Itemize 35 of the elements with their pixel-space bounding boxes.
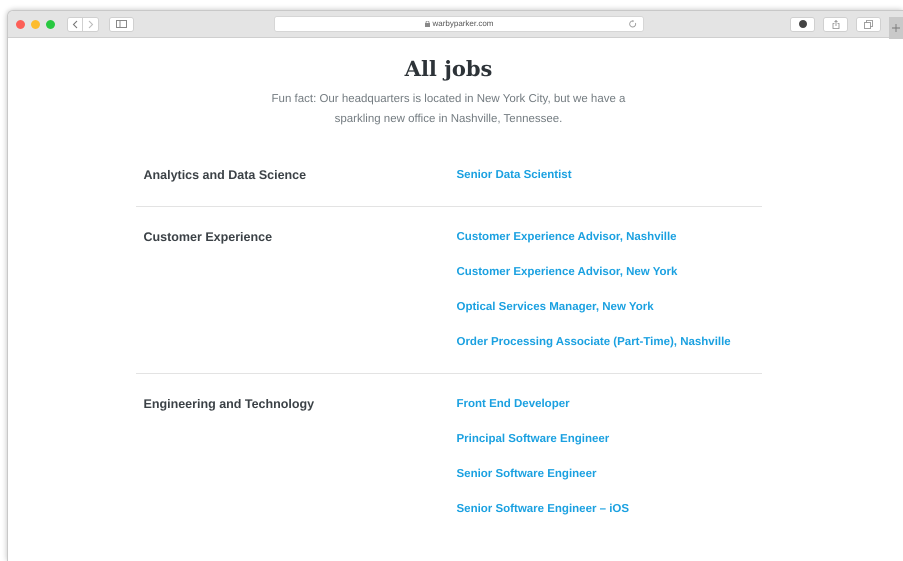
address-field[interactable]: warbyparker.com xyxy=(274,16,644,32)
job-link[interactable]: Principal Software Engineer xyxy=(456,422,630,457)
back-icon xyxy=(72,20,78,28)
job-link[interactable]: Senior Software Engineer – iOS xyxy=(456,492,630,527)
share-button[interactable] xyxy=(823,16,848,32)
job-link[interactable]: Customer Experience Advisor, New York xyxy=(456,255,731,290)
job-link[interactable]: Customer Experience Advisor, Nashville xyxy=(456,220,731,255)
zoom-icon[interactable] xyxy=(46,20,55,28)
tabs-icon xyxy=(864,20,873,28)
new-tab-button[interactable] xyxy=(889,17,903,39)
job-link[interactable]: Optical Services Manager, New York xyxy=(456,290,731,325)
sidebar-button[interactable] xyxy=(109,16,134,32)
forward-button[interactable] xyxy=(83,16,99,32)
job-link[interactable]: Senior Software Engineer xyxy=(456,457,630,492)
department-name: Analytics and Data Science xyxy=(142,167,308,184)
job-link[interactable]: Senior Data Scientist xyxy=(456,158,572,193)
close-icon[interactable] xyxy=(16,20,25,28)
back-button[interactable] xyxy=(67,16,83,32)
download-button[interactable] xyxy=(790,16,815,32)
page-title: All jobs xyxy=(404,55,492,83)
sidebar-icon xyxy=(116,20,127,28)
url-text: warbyparker.com xyxy=(432,18,494,30)
plus-icon xyxy=(892,24,900,32)
job-link[interactable]: Front End Developer xyxy=(456,387,630,422)
job-link[interactable]: Order Processing Associate (Part-Time), Nashville xyxy=(456,325,731,360)
department-name: Engineering and Technology xyxy=(142,396,316,413)
department-name: Customer Experience xyxy=(142,229,274,246)
tabs-button[interactable] xyxy=(856,16,881,32)
forward-icon xyxy=(88,20,94,28)
download-icon xyxy=(798,20,806,28)
reload-icon[interactable] xyxy=(629,20,637,28)
lock-icon xyxy=(424,21,430,27)
minimize-icon[interactable] xyxy=(31,20,40,28)
intro-text: Fun fact: Our headquarters is located in New York City, but we have a sparkling new office in Nashville, Tennessee. xyxy=(270,92,626,127)
share-icon xyxy=(832,20,840,28)
